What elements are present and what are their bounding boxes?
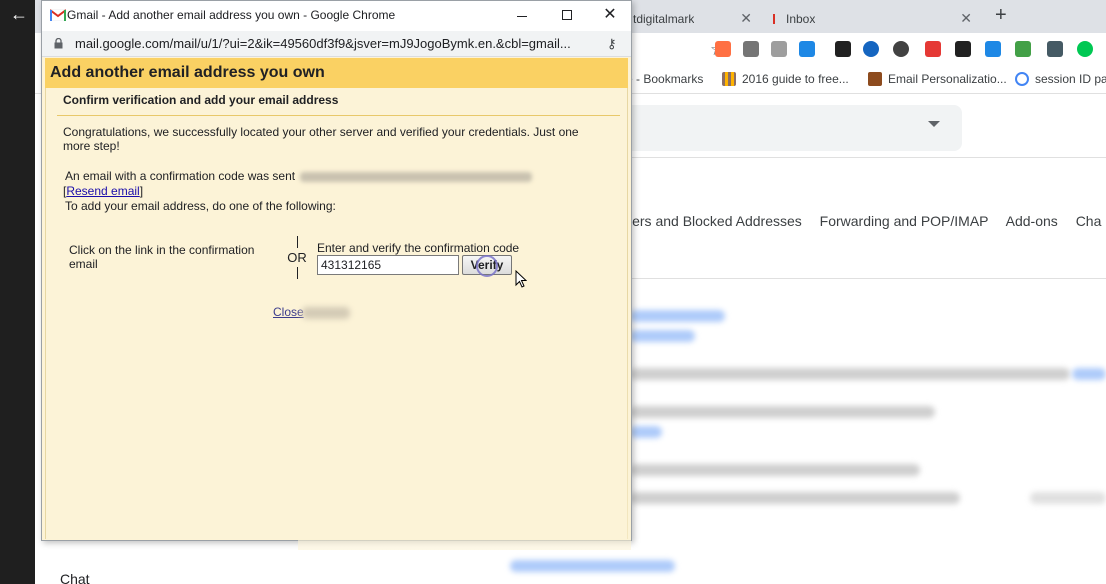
- dialog-header: Add another email address you own: [45, 58, 628, 88]
- blurred-content: [630, 406, 935, 418]
- blurred-content: [630, 368, 1070, 380]
- blurred-content: [1030, 492, 1106, 504]
- section-heading: Confirm verification and add your email …: [63, 93, 339, 107]
- extension-icon[interactable]: [799, 41, 815, 57]
- divider: [600, 278, 1106, 279]
- extension-icon[interactable]: [1047, 41, 1063, 57]
- url-text: mail.google.com/mail/u/1/?ui=2&ik=49560d…: [75, 36, 571, 51]
- extension-icon[interactable]: [985, 41, 1001, 57]
- bookmark-label: session ID par: [1035, 72, 1106, 86]
- extension-icon[interactable]: [835, 41, 851, 57]
- bookmark-label: Email Personalizatio...: [888, 72, 1007, 86]
- search-options-bar[interactable]: [600, 105, 962, 151]
- resend-email-link[interactable]: Resend email: [66, 184, 139, 198]
- tab-filters[interactable]: ilters and Blocked Addresses: [622, 213, 802, 229]
- blurred-content: [630, 330, 695, 342]
- separator-line: [296, 236, 298, 248]
- close-icon[interactable]: ✕: [740, 10, 752, 27]
- bookmark-item[interactable]: 2016 guide to free...: [722, 72, 849, 86]
- bookmark-favicon-icon: [722, 72, 736, 86]
- gmail-icon: [50, 9, 66, 21]
- back-arrow-icon[interactable]: ←: [10, 4, 28, 25]
- extension-icon[interactable]: [743, 41, 759, 57]
- code-label: Enter and verify the confirmation code: [317, 241, 520, 255]
- resend-line: [Resend email]: [63, 184, 144, 198]
- bookmark-item[interactable]: Email Personalizatio...: [868, 72, 1007, 86]
- redacted-email: [300, 171, 533, 182]
- extension-icon[interactable]: [1015, 41, 1031, 57]
- bookmark-favicon-icon: [868, 72, 882, 86]
- congrats-text: Congratulations, we successfully located…: [63, 125, 579, 153]
- bookmark-label: 2016 guide to free...: [742, 72, 849, 86]
- address-bar[interactable]: mail.google.com/mail/u/1/?ui=2&ik=49560d…: [42, 31, 631, 57]
- or-separator: OR: [285, 236, 309, 279]
- maximize-button[interactable]: [554, 4, 580, 26]
- bookmark-label: e - Bookmarks: [626, 72, 704, 86]
- blurred-content: [630, 310, 725, 322]
- minimize-button[interactable]: [509, 4, 535, 26]
- new-tab-button[interactable]: +: [995, 4, 1007, 27]
- tab-label: Inbox: [786, 11, 816, 26]
- bookmark-item[interactable]: e - Bookmarks: [626, 72, 703, 86]
- tab-digitalmarketing[interactable]: tdigitalmark ✕: [630, 4, 760, 33]
- overlay-fade: [298, 292, 631, 550]
- blurred-content: [1072, 368, 1106, 380]
- tab-forwarding[interactable]: Forwarding and POP/IMAP: [820, 213, 989, 229]
- key-icon[interactable]: ⚷: [607, 36, 617, 52]
- bookmark-item[interactable]: session ID par: [1015, 72, 1106, 86]
- popup-titlebar: Gmail - Add another email address you ow…: [42, 1, 631, 31]
- window-title: Gmail - Add another email address you ow…: [67, 8, 396, 22]
- settings-tabs: ilters and Blocked Addresses Forwarding …: [622, 213, 1106, 229]
- mouse-cursor-icon: [515, 270, 527, 288]
- maximize-icon: [562, 10, 572, 20]
- extension-icon[interactable]: [771, 41, 787, 57]
- option-click-link: Click on the link in the confirmation em…: [69, 243, 255, 271]
- google-icon: [1015, 72, 1029, 86]
- close-icon[interactable]: ✕: [960, 10, 972, 27]
- left-strip: ←: [0, 0, 35, 584]
- minimize-icon: [517, 15, 527, 17]
- or-text: OR: [287, 250, 307, 265]
- chevron-down-icon[interactable]: [928, 121, 940, 127]
- email-sent-text: An email with a confirmation code was se…: [65, 169, 296, 183]
- divider: [57, 115, 620, 116]
- extension-icon[interactable]: [955, 41, 971, 57]
- blurred-content: [630, 492, 960, 504]
- extension-icon[interactable]: [863, 41, 879, 57]
- blurred-content: [630, 464, 920, 476]
- lock-icon: [54, 38, 63, 49]
- instruction-text: To add your email address, do one of the…: [65, 199, 336, 213]
- divider: [600, 157, 1106, 158]
- tab-chat[interactable]: Cha: [1076, 213, 1102, 229]
- blurred-content: [630, 426, 662, 438]
- gmail-icon: [771, 13, 783, 24]
- email-sent-line: An email with a confirmation code was se…: [65, 169, 533, 183]
- tab-label: tdigitalmark: [633, 11, 695, 26]
- tab-addons[interactable]: Add-ons: [1006, 213, 1058, 229]
- dialog-title: Add another email address you own: [50, 64, 325, 81]
- extension-icon[interactable]: [893, 41, 909, 57]
- blurred-content: [510, 560, 675, 572]
- click-indicator: [476, 255, 498, 277]
- extension-icon[interactable]: [925, 41, 941, 57]
- extension-icon[interactable]: [715, 41, 731, 57]
- sidebar-chat-label[interactable]: Chat: [60, 571, 90, 584]
- confirmation-code-input[interactable]: [317, 255, 459, 275]
- tab-inbox[interactable]: Inbox ✕: [765, 4, 980, 33]
- separator-line: [296, 267, 298, 279]
- close-window-button[interactable]: ✕: [597, 4, 623, 26]
- extension-icon[interactable]: [1077, 41, 1093, 57]
